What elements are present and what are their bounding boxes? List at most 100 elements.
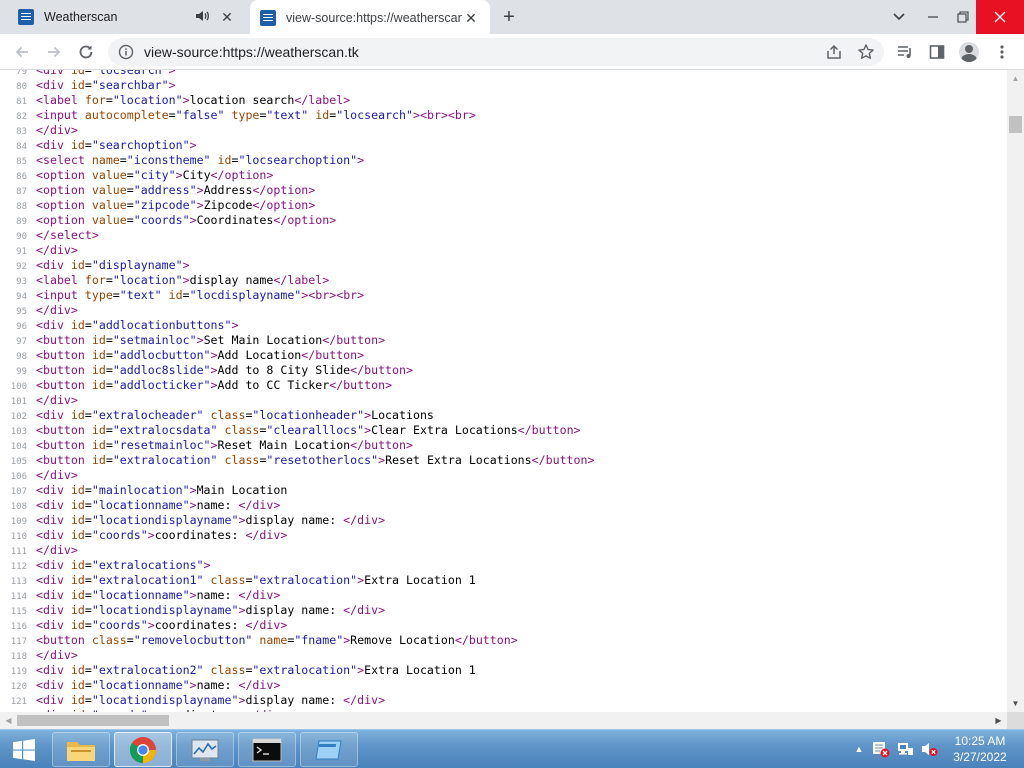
source-line: 92 <div id="displayname"> <box>0 258 1007 273</box>
source-text: <div id="locationname">name: </div> <box>36 678 281 692</box>
action-center-icon[interactable] <box>872 740 890 758</box>
windows-start-icon[interactable] <box>0 730 48 768</box>
source-text: <button id="extralocsdata" class="cleara… <box>36 423 581 437</box>
source-text: <option value="zipcode">Zipcode</option> <box>36 198 316 212</box>
url-text[interactable]: view-source:https://weatherscan.tk <box>144 44 359 60</box>
new-tab-button[interactable]: + <box>498 6 520 28</box>
horizontal-scroll-thumb[interactable] <box>17 715 169 726</box>
source-line: 111 </div> <box>0 543 1007 558</box>
source-line: 83 </div> <box>0 123 1007 138</box>
source-text: <div id="displayname"> <box>36 258 190 272</box>
source-text: <div id="locationname">name: </div> <box>36 498 281 512</box>
close-tab-icon[interactable]: ✕ <box>462 9 480 27</box>
source-text: <div id="locationdisplayname">display na… <box>36 603 386 617</box>
source-line: 116 <div id="coords">coordinates: </div> <box>0 618 1007 633</box>
scroll-down-arrow-icon[interactable]: ▼ <box>1007 695 1024 712</box>
close-tab-icon[interactable]: ✕ <box>218 8 236 26</box>
source-line: 120 <div id="locationname">name: </div> <box>0 678 1007 693</box>
star-icon[interactable] <box>852 38 880 66</box>
source-text: <button class="removelocbutton" name="fn… <box>36 633 518 647</box>
source-text: <div id="locationdisplayname">display na… <box>36 693 386 707</box>
source-text: </select> <box>36 228 99 242</box>
more-vert-icon[interactable] <box>988 38 1016 66</box>
tab-title: Weatherscan <box>44 10 118 24</box>
source-text: </div> <box>36 468 78 482</box>
source-line: 101 </div> <box>0 393 1007 408</box>
reload-icon[interactable] <box>72 38 100 66</box>
source-line: 80 <div id="searchbar"> <box>0 78 1007 93</box>
show-hidden-icons-arrow[interactable]: ▲ <box>850 740 868 758</box>
scroll-up-arrow-icon[interactable]: ▲ <box>1007 70 1024 87</box>
weather-channel-favicon-icon <box>260 10 276 26</box>
source-text: </div> <box>36 648 78 662</box>
source-line: 114 <div id="locationname">name: </div> <box>0 588 1007 603</box>
vertical-scroll-thumb[interactable] <box>1009 116 1022 133</box>
source-line: 97 <button id="setmainloc">Set Main Locat… <box>0 333 1007 348</box>
source-line: 107 <div id="mainlocation">Main Location <box>0 483 1007 498</box>
media-controls-icon[interactable] <box>891 38 919 66</box>
tab-strip: Weatherscan ✕ view-source:https://weathe… <box>0 0 1024 36</box>
network-icon[interactable] <box>896 740 914 758</box>
arrow-left-icon[interactable] <box>8 38 36 66</box>
source-line: 109 <div id="locationdisplayname">display… <box>0 513 1007 528</box>
source-line: 98 <button id="addlocbutton">Add Location… <box>0 348 1007 363</box>
source-line: 121 <div id="locationdisplayname">display… <box>0 693 1007 708</box>
source-text: </div> <box>36 243 78 257</box>
source-text: <option value="coords">Coordinates</opti… <box>36 213 337 227</box>
weather-channel-favicon-icon <box>18 9 34 25</box>
source-text: <div id="extralocation1" class="extraloc… <box>36 573 476 587</box>
source-text: <div id="locsearch"> <box>36 70 176 77</box>
source-line: 99 <button id="addloc8slide">Add to 8 Cit… <box>0 363 1007 378</box>
clock-time: 10:25 AM <box>954 734 1006 748</box>
source-line: 87 <option value="address">Address</optio… <box>0 183 1007 198</box>
source-text: <select name="iconstheme" id="locsearcho… <box>36 153 365 167</box>
taskbar: ▲ 10:25 AM 3/27/2022 <box>0 729 1024 768</box>
horizontal-scrollbar[interactable]: ◀ ▶ <box>0 712 1007 729</box>
source-line: 90 </select> <box>0 228 1007 243</box>
source-text: </div> <box>36 303 78 317</box>
speaker-icon[interactable] <box>194 8 212 26</box>
source-line: 91 </div> <box>0 243 1007 258</box>
info-icon[interactable] <box>112 38 140 66</box>
share-icon[interactable] <box>820 38 848 66</box>
source-text: <button id="addlocticker">Add to CC Tick… <box>36 378 393 392</box>
source-line: 88 <option value="zipcode">Zipcode</optio… <box>0 198 1007 213</box>
source-text: <button id="setmainloc">Set Main Locatio… <box>36 333 386 347</box>
source-text: <div id="extralocations"> <box>36 558 211 572</box>
tab-weatherscan[interactable]: Weatherscan ✕ <box>8 0 246 34</box>
source-line: 89 <option value="coords">Coordinates</op… <box>0 213 1007 228</box>
source-line: 100 <button id="addlocticker">Add to CC T… <box>0 378 1007 393</box>
arrow-right-icon[interactable] <box>40 38 68 66</box>
taskbar-clock[interactable]: 10:25 AM 3/27/2022 <box>950 733 1010 765</box>
system-tray: ▲ 10:25 AM 3/27/2022 <box>848 730 1024 768</box>
command-prompt-icon[interactable] <box>238 732 296 767</box>
source-text: <input type="text" id="locdisplayname"><… <box>36 288 365 302</box>
source-line: 96 <div id="addlocationbuttons"> <box>0 318 1007 333</box>
source-line: 118 </div> <box>0 648 1007 663</box>
chrome-icon[interactable] <box>114 732 172 767</box>
source-text: <button id="extralocation" class="reseto… <box>36 453 595 467</box>
tab-view-source[interactable]: view-source:https://weatherscan.tk ✕ <box>250 0 490 36</box>
source-text: <div id="extralocation2" class="extraloc… <box>36 663 476 677</box>
close-window-icon[interactable] <box>976 0 1024 34</box>
profile-avatar-icon[interactable] <box>955 38 983 66</box>
source-line: 110 <div id="coords">coordinates: </div> <box>0 528 1007 543</box>
source-line: 103 <button id="extralocsdata" class="cle… <box>0 423 1007 438</box>
browser-toolbar: view-source:https://weatherscan.tk <box>0 34 1024 70</box>
scroll-left-arrow-icon[interactable]: ◀ <box>0 712 17 729</box>
source-text: <div id="searchbar"> <box>36 78 176 92</box>
source-line: 86 <option value="city">City</option> <box>0 168 1007 183</box>
source-text: <div id="mainlocation">Main Location <box>36 483 288 497</box>
source-text: <button id="addloc8slide">Add to 8 City … <box>36 363 413 377</box>
performance-monitor-icon[interactable] <box>176 732 234 767</box>
window-icon[interactable] <box>300 732 358 767</box>
scroll-right-arrow-icon[interactable]: ▶ <box>990 712 1007 729</box>
vertical-scrollbar[interactable]: ▲ ▼ <box>1007 70 1024 712</box>
source-line: 105 <button id="extralocation" class="res… <box>0 453 1007 468</box>
source-line: 93 <label for="location">display name</la… <box>0 273 1007 288</box>
file-explorer-icon[interactable] <box>52 732 110 767</box>
address-bar[interactable]: view-source:https://weatherscan.tk <box>108 38 884 66</box>
volume-muted-icon[interactable] <box>920 740 938 758</box>
side-panel-icon[interactable] <box>923 38 951 66</box>
avatar <box>959 42 979 62</box>
